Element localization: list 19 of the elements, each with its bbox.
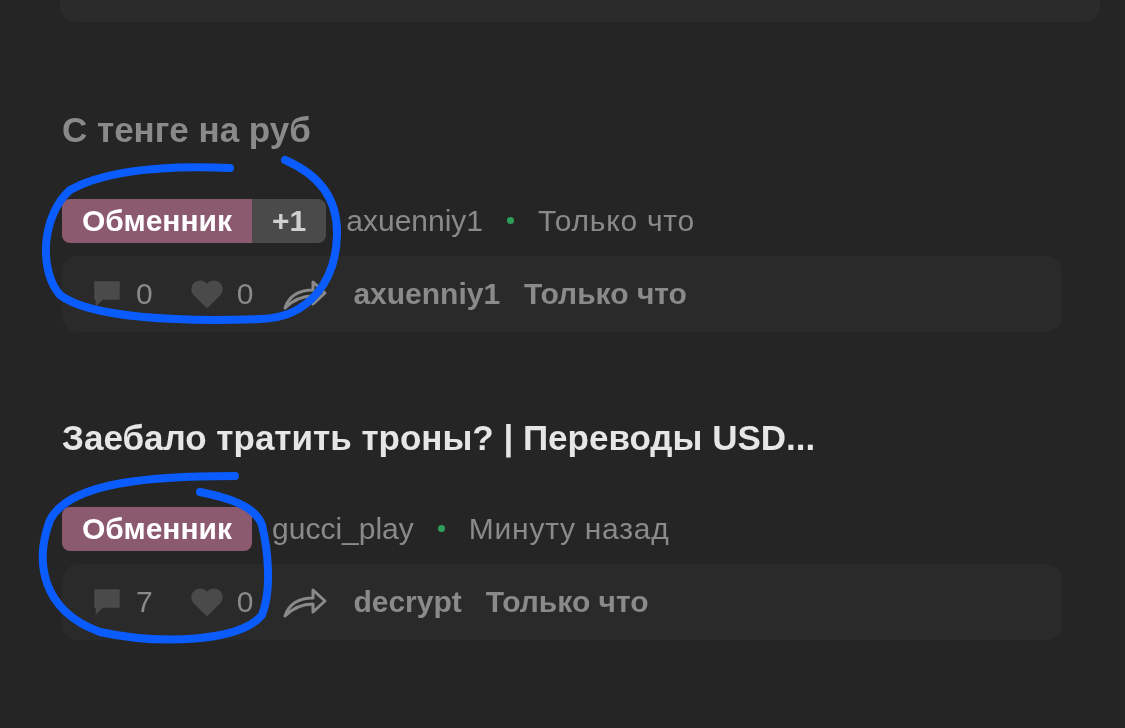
tag-label[interactable]: Обменник: [62, 198, 253, 243]
like-count: 0: [236, 276, 254, 313]
last-reply-time: Только что: [524, 276, 687, 313]
last-reply-author[interactable]: decrypt: [353, 579, 462, 624]
thread-title[interactable]: С тенге на руб: [62, 108, 1125, 152]
tag-label[interactable]: Обменник: [62, 506, 253, 551]
thread-title[interactable]: Заебало тратить троны? | Переводы USD...: [62, 415, 1125, 460]
comment-count: 0: [136, 276, 153, 313]
post-time: Минуту назад: [468, 511, 670, 547]
like-count: 0: [236, 584, 254, 620]
comment-count: 7: [136, 584, 153, 620]
last-reply-time: Только что: [485, 584, 649, 620]
more-tags-badge[interactable]: +1: [252, 198, 327, 243]
last-reply-author[interactable]: axuenniy1: [353, 271, 501, 317]
author-name[interactable]: gucci_play: [272, 506, 414, 551]
author-name[interactable]: axuenniy1: [346, 198, 484, 244]
heart-icon: [188, 585, 225, 618]
heart-icon: [188, 277, 225, 310]
post-time: Только что: [538, 203, 695, 240]
